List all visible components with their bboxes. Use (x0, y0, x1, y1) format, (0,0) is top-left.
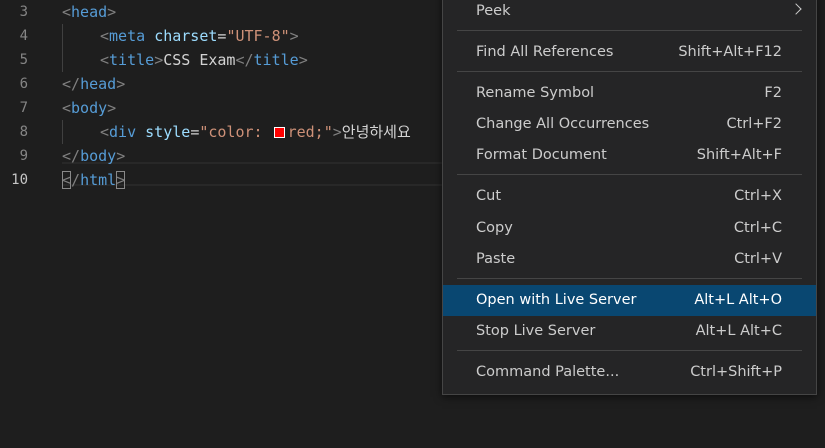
menu-item-shortcut: Shift+Alt+F (696, 147, 782, 163)
menu-separator (457, 30, 802, 31)
tag-name: div (109, 123, 137, 141)
menu-item-label: Rename Symbol (476, 85, 595, 101)
menu-item-label: Copy (476, 220, 513, 236)
line-number-active: 10 (11, 172, 28, 188)
menu-item-label: Stop Live Server (476, 323, 596, 339)
menu-item-shortcut: Ctrl+V (734, 251, 782, 267)
tag-name: meta (109, 27, 146, 45)
bracket: > (332, 123, 342, 141)
tag-name: body (71, 99, 108, 117)
attribute-value: "color: (199, 123, 272, 141)
menu-separator (457, 174, 802, 175)
tag-name: body (80, 147, 117, 165)
menu-item-label: Open with Live Server (476, 292, 637, 308)
menu-item-find-all-references[interactable]: Find All References Shift+Alt+F12 (443, 37, 816, 68)
attribute-value: "UTF-8" (226, 27, 290, 45)
bracket: </ (62, 147, 81, 165)
line-number: 5 (19, 52, 28, 68)
menu-item-label: Command Palette... (476, 364, 620, 380)
tag-name: head (71, 3, 108, 21)
menu-item-open-with-live-server[interactable]: Open with Live Server Alt+L Alt+O (443, 285, 816, 316)
tag-name: head (80, 75, 117, 93)
text-content: CSS Exam (163, 51, 236, 69)
bracket: > (107, 99, 117, 117)
menu-item-paste[interactable]: Paste Ctrl+V (443, 244, 816, 275)
bracket: < (100, 27, 110, 45)
bracket: > (298, 51, 308, 69)
bracket: < (100, 123, 110, 141)
menu-item-change-all-occurrences[interactable]: Change All Occurrences Ctrl+F2 (443, 109, 816, 140)
matched-bracket: > (116, 171, 126, 189)
menu-separator (457, 71, 802, 72)
line-number: 3 (19, 4, 28, 20)
menu-item-shortcut: Alt+L Alt+C (695, 323, 782, 339)
menu-item-format-document[interactable]: Format Document Shift+Alt+F (443, 140, 816, 171)
tag-name: title (109, 51, 155, 69)
line-number: 9 (19, 148, 28, 164)
bracket: / (71, 171, 81, 189)
bracket: > (116, 75, 126, 93)
menu-item-shortcut: F2 (764, 85, 782, 101)
chevron-right-icon (790, 3, 802, 15)
menu-item-shortcut: Ctrl+F2 (726, 116, 782, 132)
menu-item-cut[interactable]: Cut Ctrl+X (443, 181, 816, 212)
menu-item-label: Peek (476, 3, 511, 19)
menu-item-command-palette[interactable]: Command Palette... Ctrl+Shift+P (443, 357, 816, 388)
menu-separator (457, 278, 802, 279)
line-number-gutter: 3 4 5 6 7 8 9 10 (0, 0, 48, 192)
menu-item-peek[interactable]: Peek (443, 0, 816, 27)
matched-bracket: < (62, 171, 72, 189)
menu-item-shortcut: Ctrl+Shift+P (690, 364, 782, 380)
menu-separator (457, 350, 802, 351)
line-number: 7 (19, 100, 28, 116)
menu-item-label: Format Document (476, 147, 607, 163)
attribute-name: charset (154, 27, 218, 45)
context-menu: Peek Find All References Shift+Alt+F12 R… (442, 0, 817, 395)
bracket: < (100, 51, 110, 69)
menu-item-label: Find All References (476, 44, 614, 60)
bracket: < (62, 99, 72, 117)
line-number: 6 (19, 76, 28, 92)
menu-item-label: Cut (476, 188, 501, 204)
menu-item-shortcut: Shift+Alt+F12 (678, 44, 782, 60)
menu-item-copy[interactable]: Copy Ctrl+C (443, 213, 816, 244)
menu-item-label: Change All Occurrences (476, 116, 650, 132)
line-number: 4 (19, 28, 28, 44)
color-swatch-icon[interactable] (273, 127, 285, 138)
bracket: </ (62, 75, 81, 93)
text-content: 안녕하세요 (341, 123, 411, 141)
line-number: 8 (19, 124, 28, 140)
attribute-value: red;" (287, 123, 333, 141)
equals-sign: = (190, 123, 200, 141)
menu-item-rename-symbol[interactable]: Rename Symbol F2 (443, 78, 816, 109)
bracket: > (107, 3, 117, 21)
menu-item-shortcut: Ctrl+C (733, 220, 782, 236)
menu-item-shortcut: Ctrl+X (734, 188, 782, 204)
tag-name: html (80, 171, 117, 189)
bracket: </ (235, 51, 254, 69)
attribute-name: style (145, 123, 191, 141)
menu-item-label: Paste (476, 251, 516, 267)
bracket: > (154, 51, 164, 69)
bracket: < (62, 3, 72, 21)
menu-item-shortcut: Alt+L Alt+O (694, 292, 782, 308)
tag-name: title (253, 51, 299, 69)
bracket: > (116, 147, 126, 165)
menu-item-stop-live-server[interactable]: Stop Live Server Alt+L Alt+C (443, 316, 816, 347)
bracket: > (289, 27, 299, 45)
